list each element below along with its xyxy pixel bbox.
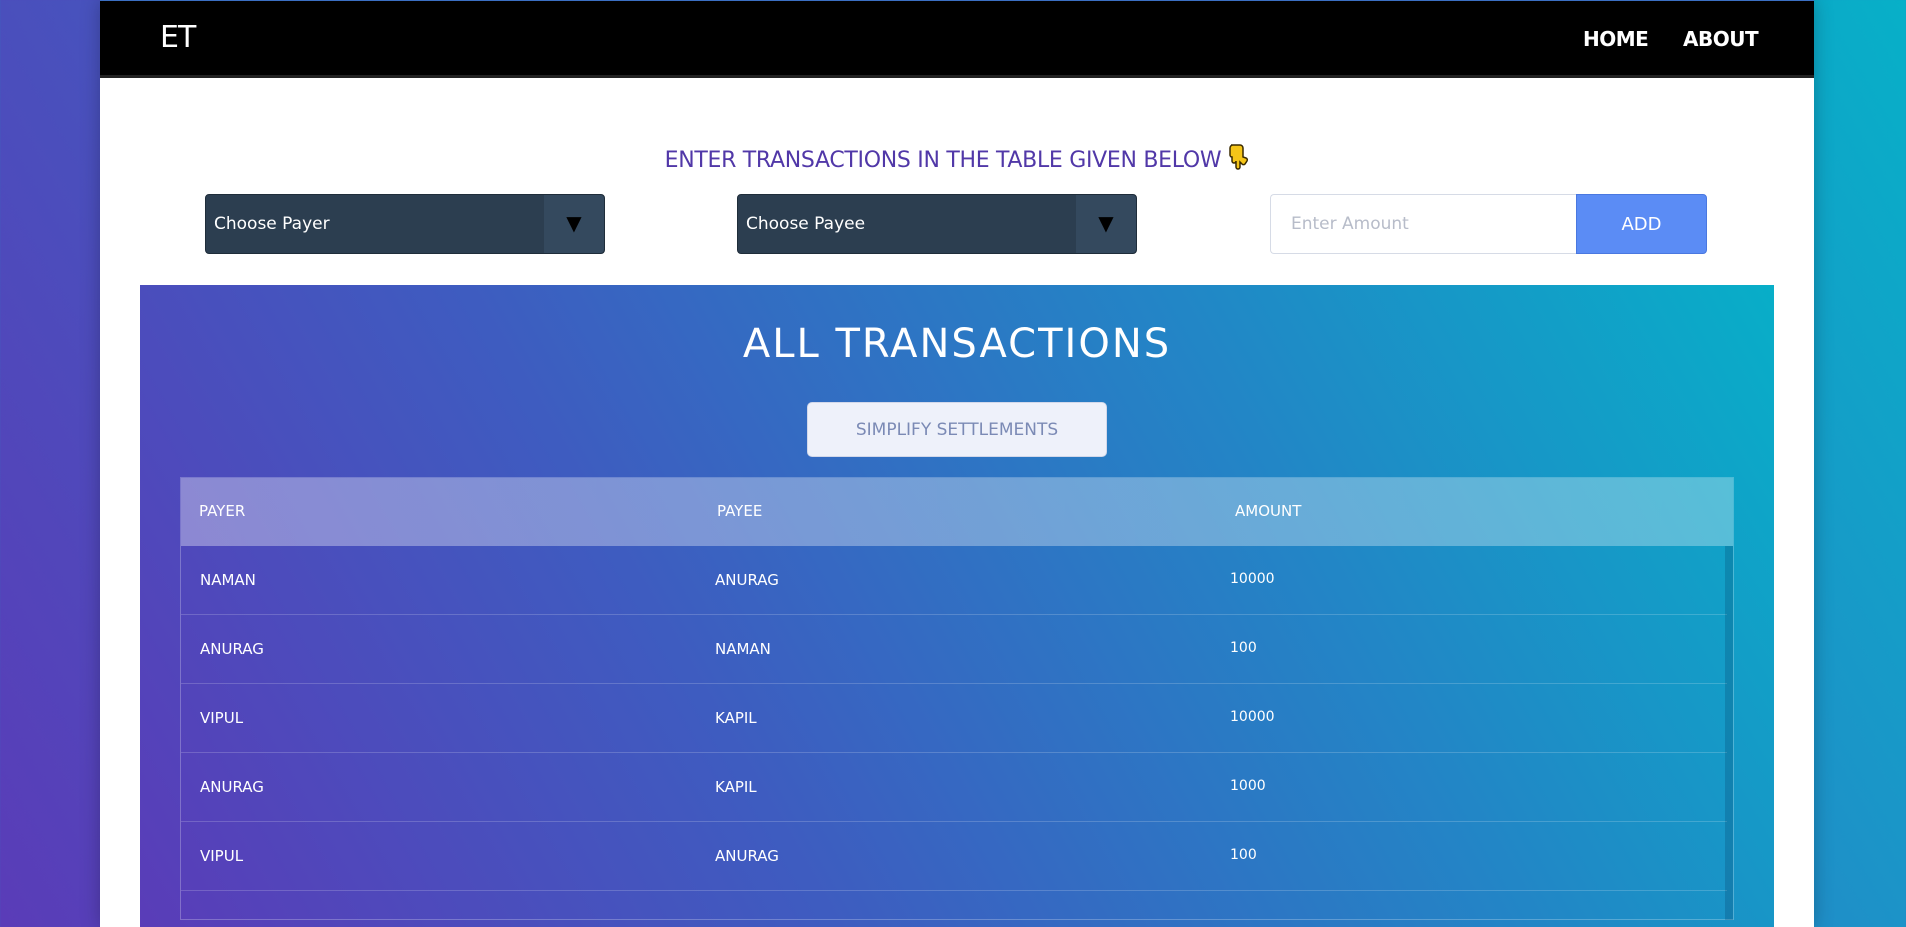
cell-payee: KAPIL	[715, 778, 757, 796]
table-row: ANURAG KAPIL 1000	[181, 753, 1727, 822]
table-row: ANURAG NAMAN 100	[181, 615, 1727, 684]
table-row: VIPUL ANURAG 100	[181, 822, 1727, 891]
pointing-hand-icon	[1227, 143, 1249, 173]
payer-select-toggle[interactable]: ▼	[544, 195, 604, 253]
table-header: PAYER PAYEE AMOUNT	[181, 478, 1733, 546]
cell-amount: 10000	[1230, 709, 1275, 725]
cell-amount: 10000	[1230, 571, 1275, 587]
transactions-table: PAYER PAYEE AMOUNT NAMAN ANURAG 10000 AN…	[180, 477, 1734, 920]
simplify-settlements-button[interactable]: SIMPLIFY SETTLEMENTS	[807, 402, 1107, 457]
cell-payee: ANURAG	[715, 847, 779, 865]
transactions-title: ALL TRANSACTIONS	[742, 321, 1172, 367]
table-row: VIPUL KAPIL 10000	[181, 684, 1727, 753]
table-body[interactable]: NAMAN ANURAG 10000 ANURAG NAMAN 100 VIPU…	[181, 546, 1733, 920]
amount-input[interactable]	[1270, 194, 1577, 254]
navbar: ET HOME ABOUT	[100, 0, 1814, 78]
transactions-panel: ALL TRANSACTIONS SIMPLIFY SETTLEMENTS PA…	[140, 285, 1774, 927]
instruction-heading: ENTER TRANSACTIONS IN THE TABLE GIVEN BE…	[100, 143, 1814, 173]
cell-payee: NAMAN	[715, 640, 771, 658]
payee-select[interactable]: Choose Payee ▼	[737, 194, 1137, 254]
brand-logo[interactable]: ET	[160, 20, 196, 55]
cell-amount: 100	[1230, 640, 1257, 656]
column-header-amount: AMOUNT	[1235, 502, 1302, 520]
add-button[interactable]: ADD	[1576, 194, 1707, 254]
instruction-text: ENTER TRANSACTIONS IN THE TABLE GIVEN BE…	[664, 148, 1222, 173]
payer-select-value: Choose Payer	[214, 214, 330, 234]
page-container: ET HOME ABOUT ENTER TRANSACTIONS IN THE …	[100, 0, 1814, 927]
cell-payer: ANURAG	[200, 640, 264, 658]
cell-amount: 1000	[1230, 778, 1266, 794]
cell-payer: NAMAN	[200, 571, 256, 589]
table-scrollbar[interactable]	[1725, 546, 1733, 920]
cell-payer: VIPUL	[200, 847, 244, 865]
cell-payer: VIPUL	[200, 709, 244, 727]
column-header-payee: PAYEE	[717, 502, 763, 520]
cell-amount: 100	[1230, 847, 1257, 863]
cell-payee: ANURAG	[715, 571, 779, 589]
cell-payee: KAPIL	[715, 709, 757, 727]
cell-payer: ANURAG	[200, 778, 264, 796]
column-header-payer: PAYER	[199, 502, 246, 520]
caret-down-icon: ▼	[1098, 211, 1114, 235]
caret-down-icon: ▼	[566, 211, 582, 235]
payer-select[interactable]: Choose Payer ▼	[205, 194, 605, 254]
table-row: NAMAN ANURAG 10000	[181, 546, 1727, 615]
nav-link-about[interactable]: ABOUT	[1683, 27, 1759, 51]
payee-select-value: Choose Payee	[746, 214, 866, 234]
payee-select-toggle[interactable]: ▼	[1076, 195, 1136, 253]
nav-link-home[interactable]: HOME	[1583, 27, 1649, 51]
